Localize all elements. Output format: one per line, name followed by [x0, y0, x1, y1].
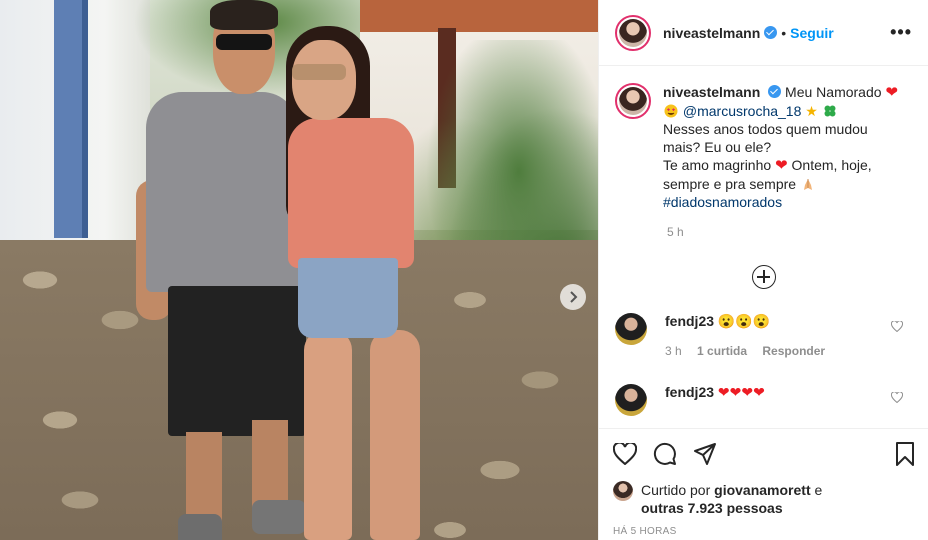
caption-line: Ontem, hoje, [791, 157, 872, 173]
comment-heart-icon[interactable] [891, 321, 903, 332]
post-date[interactable]: HÁ 5 HORAS [613, 526, 915, 537]
author-avatar[interactable] [615, 14, 651, 51]
likes-prefix: Curtido por [641, 482, 711, 498]
man-shoe [178, 514, 222, 540]
heart-icon[interactable] [613, 443, 637, 465]
comments-section[interactable]: niveastelmann Meu Namorado ❤ @marcusroch… [599, 67, 928, 427]
comment-icon[interactable] [653, 442, 677, 466]
chevron-right-icon [570, 291, 578, 303]
caption-line: sempre e pra sempre [663, 176, 797, 192]
man-shorts [168, 286, 306, 436]
caption-line: mais? Eu ou ele? [663, 139, 772, 155]
others-likes-link[interactable]: outras 7.923 pessoas [641, 500, 783, 516]
woman-blouse [288, 118, 414, 268]
woman-head [292, 40, 356, 120]
post-header: niveastelmann • Seguir ••• [599, 0, 928, 66]
separator-dot: • [781, 24, 787, 41]
next-photo-button[interactable] [560, 284, 586, 310]
caption: niveastelmann Meu Namorado ❤ @marcusroch… [615, 83, 913, 211]
woman-shorts [298, 258, 398, 338]
comment-text: 😮😮😮 [717, 313, 771, 329]
red-heart-emoji-icon: ❤ [775, 157, 788, 174]
caption-timestamp[interactable]: 5 h [667, 225, 913, 239]
photo-roof [360, 0, 598, 32]
load-more-comments-button[interactable] [752, 265, 776, 289]
paper-plane-icon[interactable] [693, 442, 717, 466]
commenter-username[interactable]: fendj23 [665, 384, 714, 400]
liker-avatar[interactable] [613, 481, 633, 501]
man-shoe [252, 500, 306, 534]
man-shirt [146, 92, 298, 292]
woman-leg [304, 330, 352, 540]
comment-timestamp[interactable]: 3 h [665, 344, 682, 358]
comment-likes-count[interactable]: 1 curtida [697, 344, 747, 358]
author-username[interactable]: niveastelmann [663, 25, 760, 41]
mention-link[interactable]: @marcusrocha_18 [683, 103, 802, 119]
folded-hands-emoji-icon [803, 179, 812, 190]
man-sunglasses [216, 34, 272, 50]
photo-door [54, 0, 88, 238]
man-hair [210, 0, 278, 30]
comment-item: fendj23 😮😮😮 3 h 1 curtida Responder [615, 313, 913, 358]
commenter-avatar[interactable] [615, 313, 647, 345]
clover-emoji-icon [824, 105, 836, 117]
star-emoji-icon: ★ [805, 103, 818, 119]
comment-heart-icon[interactable] [891, 392, 903, 403]
more-options-button[interactable]: ••• [890, 22, 912, 43]
liker-username[interactable]: giovanamorett [714, 482, 810, 498]
bookmark-icon[interactable] [895, 442, 915, 466]
likes-summary: Curtido por giovanamorett e outras 7.923… [613, 481, 915, 517]
man-leg [186, 432, 222, 524]
likes-conjunction: e [814, 482, 823, 498]
red-heart-emoji-icon: ❤ [885, 84, 899, 101]
comment-text: ❤❤❤❤ [717, 384, 765, 400]
comment-item: fendj23 ❤❤❤❤ [615, 384, 913, 416]
woman-leg [370, 330, 420, 540]
hashtag-link[interactable]: #diadosnamorados [663, 193, 903, 211]
verified-badge-icon [768, 85, 782, 98]
post-photo[interactable] [0, 0, 598, 540]
caption-line: Te amo magrinho [663, 157, 772, 173]
post-actions: Curtido por giovanamorett e outras 7.923… [599, 428, 928, 537]
caption-line: Nesses anos todos quem mudou [663, 121, 868, 137]
caption-text: niveastelmann Meu Namorado ❤ @marcusroch… [663, 83, 903, 211]
commenter-username[interactable]: fendj23 [665, 313, 714, 329]
post-side-panel: niveastelmann • Seguir ••• niveastelmann… [598, 0, 928, 540]
commenter-avatar[interactable] [615, 384, 647, 416]
caption-author[interactable]: niveastelmann [663, 84, 760, 100]
verified-badge-icon [764, 26, 778, 39]
woman-sunglasses [292, 64, 346, 80]
reply-button[interactable]: Responder [762, 344, 825, 358]
heart-eyes-emoji-icon [664, 104, 678, 118]
follow-button[interactable]: Seguir [790, 25, 834, 41]
caption-line: Meu Namorado [785, 84, 882, 100]
caption-avatar[interactable] [615, 83, 651, 119]
